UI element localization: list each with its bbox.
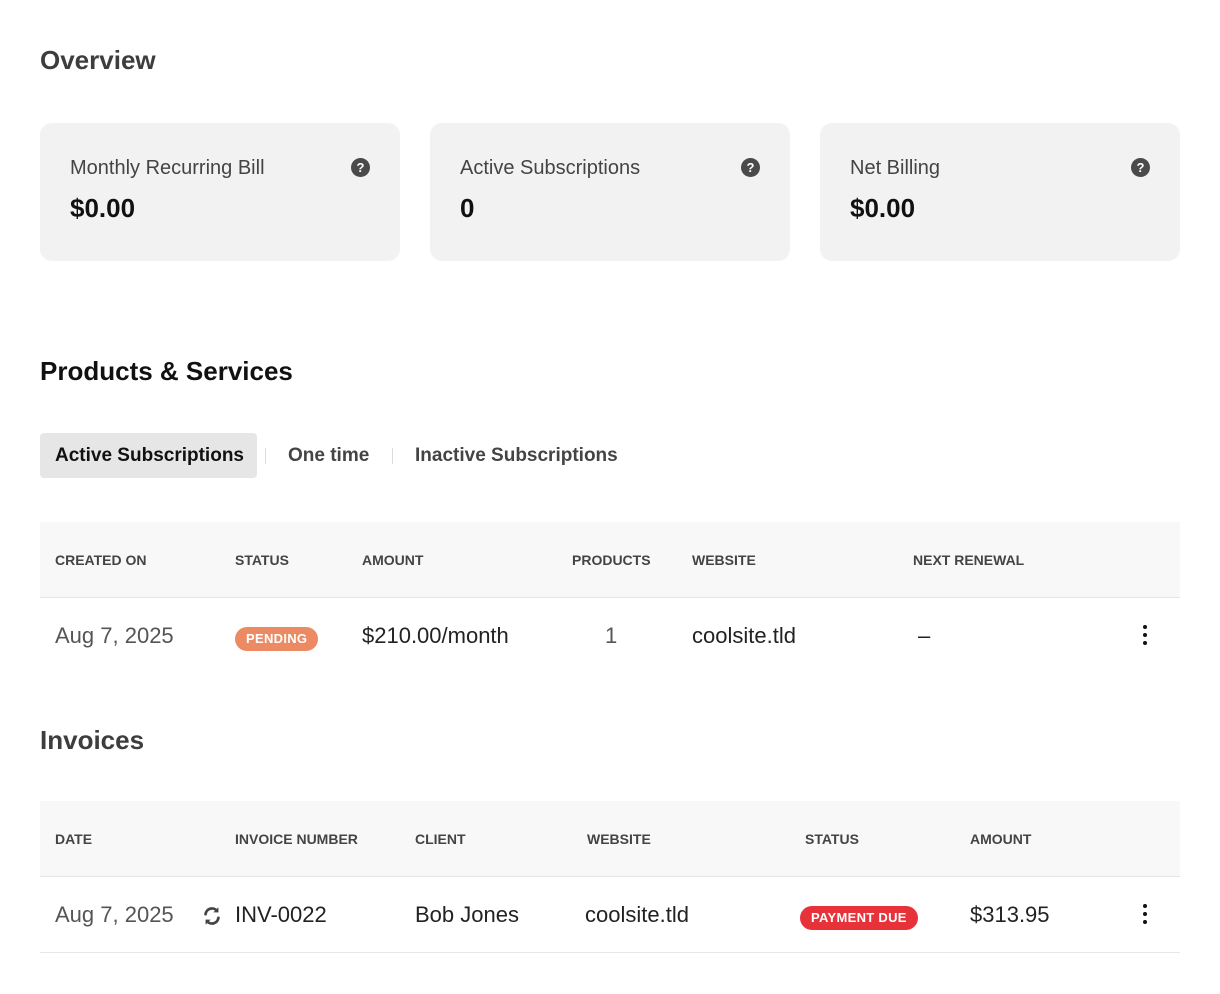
column-header-client: CLIENT	[415, 831, 466, 847]
column-header-status: STATUS	[235, 552, 289, 568]
tab-inactive-subscriptions[interactable]: Inactive Subscriptions	[415, 433, 618, 478]
tab-active-subscriptions[interactable]: Active Subscriptions	[40, 433, 257, 478]
column-header-products: PRODUCTS	[572, 552, 651, 568]
created-on-cell: Aug 7, 2025	[55, 623, 174, 648]
table-row[interactable]: Aug 7, 2025 INV-0022 Bob Jones coolsite.…	[40, 877, 1180, 953]
website-cell: coolsite.tld	[692, 623, 796, 648]
card-value: $0.00	[850, 193, 916, 223]
column-header-invoice-number: INVOICE NUMBER	[235, 831, 358, 847]
card-value: $0.00	[70, 193, 136, 223]
column-header-status: STATUS	[805, 831, 859, 847]
invoices-table-header: DATE INVOICE NUMBER CLIENT WEBSITE STATU…	[40, 801, 1180, 877]
monthly-recurring-bill-card: Monthly Recurring Bill $0.00 ?	[40, 123, 400, 261]
refresh-icon	[201, 905, 223, 927]
more-options-icon[interactable]	[1135, 903, 1155, 927]
amount-cell: $210.00/month	[362, 623, 509, 648]
column-header-amount: AMOUNT	[362, 552, 424, 568]
date-cell: Aug 7, 2025	[55, 902, 174, 927]
invoice-number-cell[interactable]: INV-0022	[235, 877, 327, 953]
tab-divider	[265, 448, 266, 464]
help-icon[interactable]: ?	[1131, 158, 1150, 177]
products-services-title: Products & Services	[40, 356, 293, 386]
help-icon[interactable]: ?	[741, 158, 760, 177]
column-header-date: DATE	[55, 831, 93, 847]
products-count-cell: 1	[605, 623, 618, 648]
subscriptions-table-header: CREATED ON STATUS AMOUNT PRODUCTS WEBSIT…	[40, 522, 1180, 598]
column-header-website: WEBSITE	[692, 552, 756, 568]
net-billing-card: Net Billing $0.00 ?	[820, 123, 1180, 261]
website-cell: coolsite.tld	[585, 902, 689, 927]
status-badge: PAYMENT DUE	[800, 906, 918, 930]
card-label: Monthly Recurring Bill	[70, 157, 265, 179]
status-badge: PENDING	[235, 627, 319, 651]
card-label: Active Subscriptions	[460, 157, 641, 179]
invoices-title: Invoices	[40, 725, 145, 755]
card-label: Net Billing	[850, 157, 941, 179]
tab-one-time[interactable]: One time	[288, 433, 369, 478]
column-header-next-renewal: NEXT RENEWAL	[913, 552, 1025, 568]
client-cell: Bob Jones	[415, 902, 519, 927]
overview-title: Overview	[40, 45, 156, 75]
card-value: 0	[460, 193, 475, 223]
column-header-website: WEBSITE	[587, 831, 651, 847]
help-icon[interactable]: ?	[351, 158, 370, 177]
column-header-created-on: CREATED ON	[55, 552, 147, 568]
active-subscriptions-card: Active Subscriptions 0 ?	[430, 123, 790, 261]
column-header-amount: AMOUNT	[970, 831, 1032, 847]
table-row[interactable]: Aug 7, 2025 PENDING $210.00/month 1 cool…	[40, 598, 1180, 674]
more-options-icon[interactable]	[1135, 624, 1155, 648]
next-renewal-cell: –	[918, 623, 931, 648]
tab-divider	[392, 448, 393, 464]
amount-cell: $313.95	[970, 902, 1050, 927]
